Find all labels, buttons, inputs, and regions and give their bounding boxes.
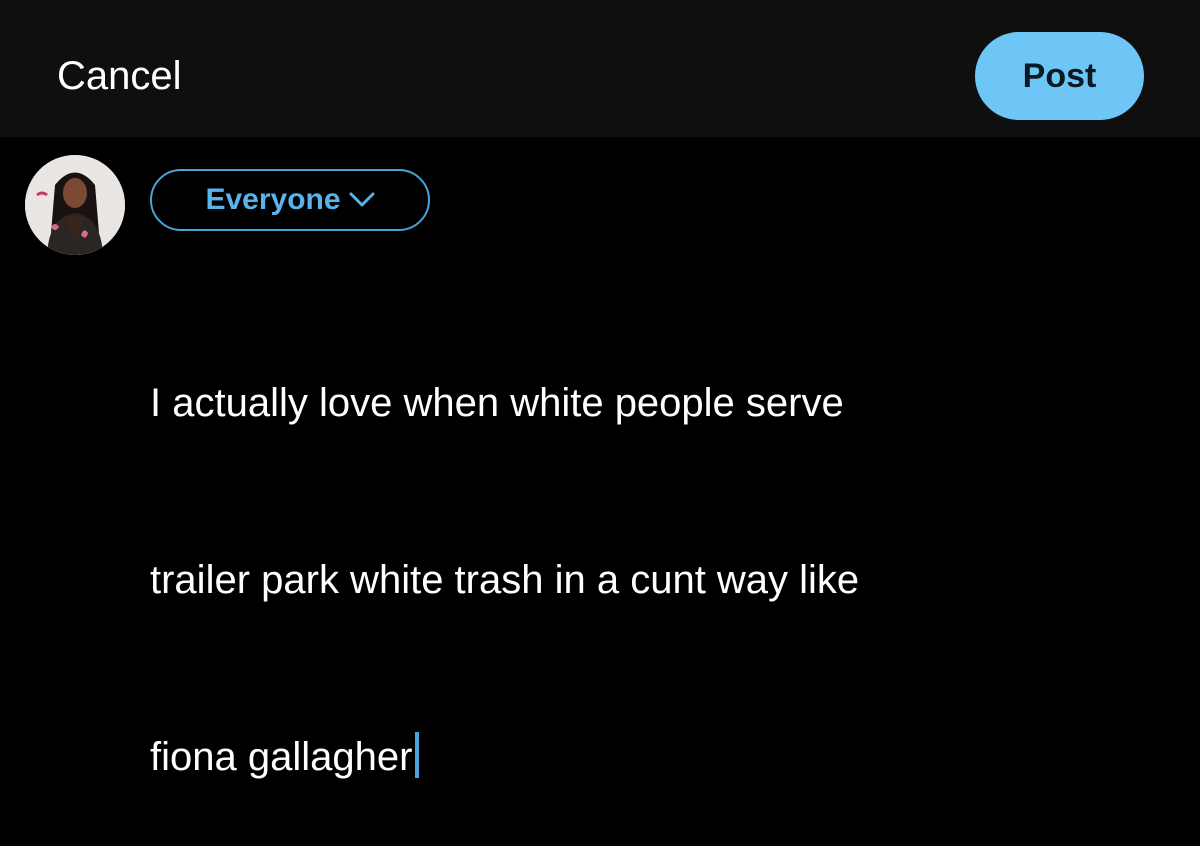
audience-label: Everyone [205, 183, 341, 216]
compose-header: Cancel Post [0, 0, 1200, 137]
compose-text-area[interactable]: I actually love when white people serve … [150, 256, 1150, 846]
compose-text-line: I actually love when white people serve [150, 381, 844, 425]
compose-text-line: trailer park white trash in a cunt way l… [150, 558, 860, 602]
compose-text-line-last: fiona gallagher [150, 728, 1150, 787]
audience-selector[interactable]: Everyone [150, 169, 430, 231]
chevron-down-icon [349, 192, 375, 208]
avatar[interactable] [25, 155, 125, 255]
text-cursor [415, 732, 420, 778]
cancel-button[interactable]: Cancel [57, 52, 182, 100]
avatar-image [25, 155, 125, 255]
post-button[interactable]: Post [975, 32, 1144, 120]
compose-text-line: fiona gallagher [150, 735, 413, 779]
